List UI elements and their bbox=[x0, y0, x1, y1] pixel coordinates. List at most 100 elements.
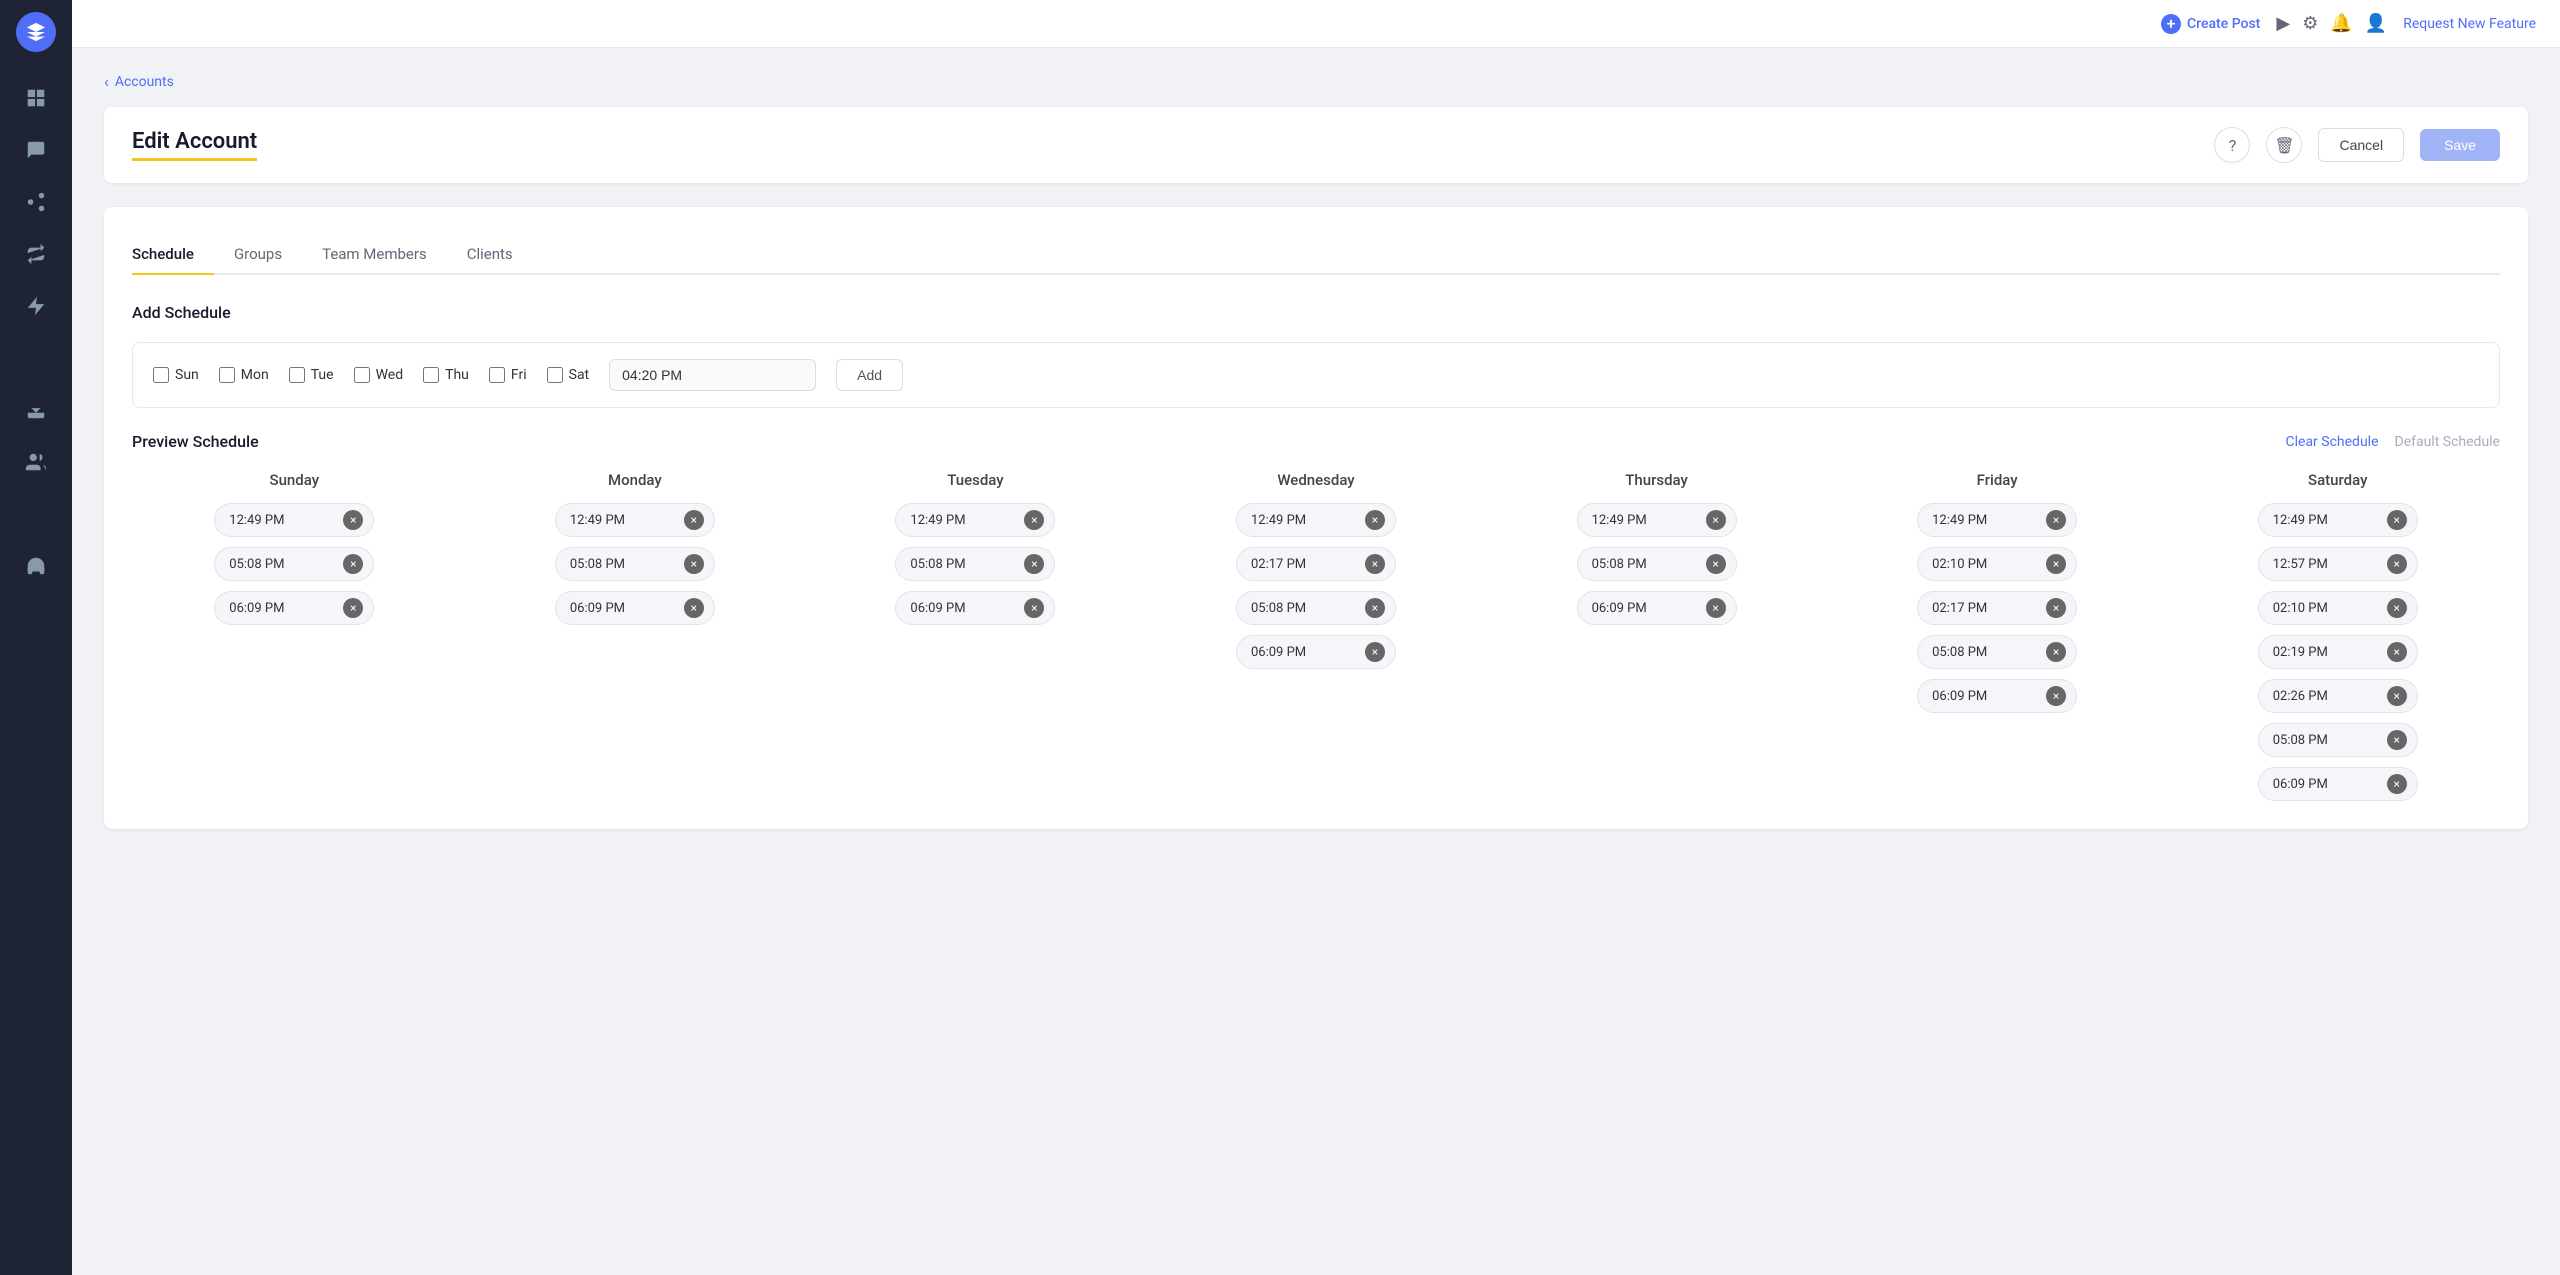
sidebar-item-support[interactable] bbox=[14, 544, 58, 588]
schedule-form-row: Sun Mon Tue Wed Thu bbox=[132, 342, 2500, 408]
create-post-label: Create Post bbox=[2187, 16, 2260, 32]
sidebar-item-dashboard[interactable] bbox=[14, 76, 58, 120]
time-input[interactable] bbox=[609, 359, 816, 391]
app-logo[interactable] bbox=[16, 12, 56, 52]
remove-time-button[interactable]: × bbox=[1706, 598, 1726, 618]
remove-time-button[interactable]: × bbox=[684, 598, 704, 618]
tab-clients[interactable]: Clients bbox=[447, 235, 533, 275]
cancel-button[interactable]: Cancel bbox=[2318, 128, 2404, 162]
add-button[interactable]: Add bbox=[836, 359, 903, 391]
remove-time-button[interactable]: × bbox=[2046, 510, 2066, 530]
time-pill: 02:10 PM× bbox=[2258, 591, 2418, 625]
label-sun: Sun bbox=[175, 367, 199, 383]
sidebar-item-network[interactable] bbox=[14, 180, 58, 224]
remove-time-button[interactable]: × bbox=[2387, 642, 2407, 662]
tab-schedule[interactable]: Schedule bbox=[132, 235, 214, 275]
time-pill: 02:10 PM × bbox=[1917, 547, 2077, 581]
time-pill: 05:08 PM× bbox=[1236, 591, 1396, 625]
create-post-button[interactable]: + Create Post bbox=[2161, 14, 2260, 34]
checkbox-mon[interactable] bbox=[219, 367, 235, 383]
remove-time-button[interactable]: × bbox=[1365, 598, 1385, 618]
time-pill-text: 12:57 PM bbox=[2273, 557, 2379, 572]
back-arrow-icon: ‹ bbox=[104, 72, 109, 91]
time-pill: 12:57 PM × bbox=[2258, 547, 2418, 581]
remove-time-button[interactable]: × bbox=[2387, 510, 2407, 530]
remove-time-button[interactable]: × bbox=[1024, 510, 1044, 530]
day-header-friday: Friday bbox=[1977, 471, 2018, 489]
sidebar-item-messages[interactable] bbox=[14, 128, 58, 172]
topbar-icons: ▶ ⚙ 🔔 👤 bbox=[2276, 13, 2387, 34]
header-actions: ? 🗑 Cancel Save bbox=[2214, 127, 2500, 163]
day-header-thursday: Thursday bbox=[1625, 471, 1688, 489]
save-button[interactable]: Save bbox=[2420, 129, 2500, 161]
time-pill-text: 05:08 PM bbox=[229, 557, 335, 572]
remove-time-button[interactable]: × bbox=[1706, 554, 1726, 574]
help-button[interactable]: ? bbox=[2214, 127, 2250, 163]
topbar: + Create Post ▶ ⚙ 🔔 👤 Request New Featur… bbox=[72, 0, 2560, 48]
time-pill-text: 05:08 PM bbox=[1932, 645, 2038, 660]
remove-time-button[interactable]: × bbox=[684, 554, 704, 574]
settings-icon[interactable]: ⚙ bbox=[2302, 13, 2318, 34]
plus-icon: + bbox=[2161, 14, 2181, 34]
breadcrumb-label: Accounts bbox=[115, 74, 174, 90]
label-mon: Mon bbox=[241, 367, 269, 383]
remove-time-button[interactable]: × bbox=[2387, 554, 2407, 574]
remove-time-button[interactable]: × bbox=[2046, 598, 2066, 618]
remove-time-button[interactable]: × bbox=[2387, 730, 2407, 750]
day-col-saturday: Saturday12:49 PM×12:57 PM×02:10 PM×02:19… bbox=[2175, 471, 2500, 801]
remove-time-button[interactable]: × bbox=[2387, 598, 2407, 618]
remove-time-button[interactable]: × bbox=[2387, 774, 2407, 794]
sidebar-item-download[interactable] bbox=[14, 388, 58, 432]
tab-groups[interactable]: Groups bbox=[214, 235, 302, 275]
checkbox-thu[interactable] bbox=[423, 367, 439, 383]
time-pill: 06:09 PM× bbox=[555, 591, 715, 625]
remove-time-button[interactable]: × bbox=[1706, 510, 1726, 530]
remove-time-button[interactable]: × bbox=[1365, 510, 1385, 530]
day-header-tuesday: Tuesday bbox=[947, 471, 1003, 489]
remove-time-button[interactable]: × bbox=[684, 510, 704, 530]
page-title: Edit Account bbox=[132, 129, 257, 161]
remove-time-button[interactable]: × bbox=[1365, 554, 1385, 574]
day-check-mon: Mon bbox=[219, 367, 269, 383]
remove-time-button[interactable]: × bbox=[2046, 686, 2066, 706]
remove-time-button[interactable]: × bbox=[2387, 686, 2407, 706]
video-icon[interactable]: ▶ bbox=[2276, 13, 2290, 34]
checkbox-tue[interactable] bbox=[289, 367, 305, 383]
sidebar-item-loop[interactable] bbox=[14, 232, 58, 276]
sidebar-item-team[interactable] bbox=[14, 440, 58, 484]
day-header-sunday: Sunday bbox=[270, 471, 320, 489]
remove-time-button[interactable]: × bbox=[2046, 642, 2066, 662]
time-pill: 12:49 PM × bbox=[1577, 503, 1737, 537]
remove-time-button[interactable]: × bbox=[343, 554, 363, 574]
time-pill: 06:09 PM× bbox=[1236, 635, 1396, 669]
label-sat: Sat bbox=[569, 367, 590, 383]
tab-team-members[interactable]: Team Members bbox=[302, 235, 447, 275]
remove-time-button[interactable]: × bbox=[2046, 554, 2066, 574]
remove-time-button[interactable]: × bbox=[343, 510, 363, 530]
default-schedule-link[interactable]: Default Schedule bbox=[2395, 434, 2501, 450]
remove-time-button[interactable]: × bbox=[1024, 554, 1044, 574]
request-feature-link[interactable]: Request New Feature bbox=[2403, 16, 2536, 32]
remove-time-button[interactable]: × bbox=[1024, 598, 1044, 618]
sidebar-item-list[interactable] bbox=[14, 492, 58, 536]
label-tue: Tue bbox=[311, 367, 334, 383]
breadcrumb[interactable]: ‹ Accounts bbox=[104, 72, 2528, 91]
time-pill-text: 02:26 PM bbox=[2273, 689, 2379, 704]
remove-time-button[interactable]: × bbox=[1365, 642, 1385, 662]
notifications-icon[interactable]: 🔔 bbox=[2330, 13, 2352, 34]
day-check-fri: Fri bbox=[489, 367, 527, 383]
checkbox-fri[interactable] bbox=[489, 367, 505, 383]
day-check-sun: Sun bbox=[153, 367, 199, 383]
remove-time-button[interactable]: × bbox=[343, 598, 363, 618]
checkbox-wed[interactable] bbox=[354, 367, 370, 383]
time-pill-text: 02:10 PM bbox=[1932, 557, 2038, 572]
delete-button[interactable]: 🗑 bbox=[2266, 127, 2302, 163]
checkbox-sun[interactable] bbox=[153, 367, 169, 383]
checkbox-sat[interactable] bbox=[547, 367, 563, 383]
sidebar-item-analytics[interactable] bbox=[14, 336, 58, 380]
time-pill-text: 12:49 PM bbox=[1592, 513, 1698, 528]
user-icon[interactable]: 👤 bbox=[2365, 13, 2387, 34]
sidebar-item-megaphone[interactable] bbox=[14, 284, 58, 328]
clear-schedule-link[interactable]: Clear Schedule bbox=[2286, 434, 2379, 450]
day-header-wednesday: Wednesday bbox=[1277, 471, 1354, 489]
